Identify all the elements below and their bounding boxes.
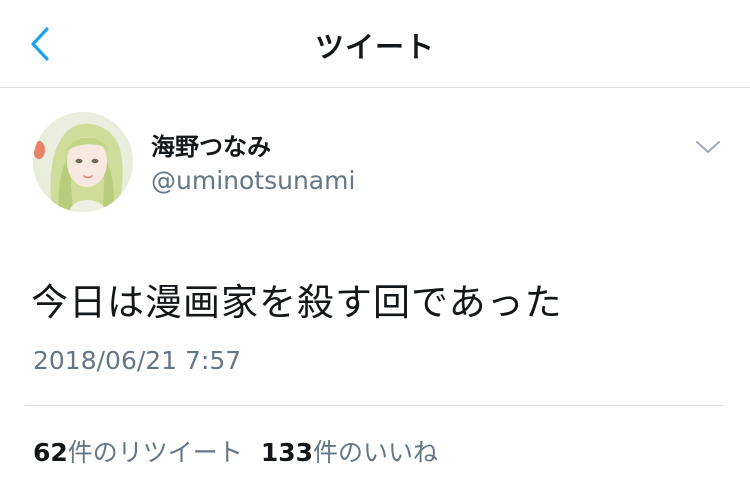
tweet-text: 今日は漫画家を殺す回であった [31, 281, 563, 324]
nav-bar: ツイート [0, 0, 750, 88]
chevron-down-icon [696, 141, 720, 153]
likes-label: 件のいいね [313, 438, 439, 467]
retweets-stat[interactable]: 62 件のリツイート [33, 433, 243, 469]
divider [25, 405, 723, 406]
retweets-count: 62 [33, 438, 68, 467]
tweet-menu-button[interactable] [690, 132, 726, 162]
display-name[interactable]: 海野つなみ [151, 127, 271, 162]
retweets-label: 件のリツイート [67, 438, 243, 467]
tweet-stats: 62 件のリツイート 133 件のいいね [33, 433, 438, 469]
likes-count: 133 [260, 438, 313, 467]
page-title: ツイート [314, 30, 435, 64]
avatar-image [33, 112, 133, 212]
avatar[interactable] [33, 112, 133, 212]
tweet-timestamp: 2018/06/21 7:57 [33, 346, 242, 375]
user-handle[interactable]: @uminotsunami [151, 166, 355, 195]
likes-stat[interactable]: 133 件のいいね [261, 433, 438, 469]
